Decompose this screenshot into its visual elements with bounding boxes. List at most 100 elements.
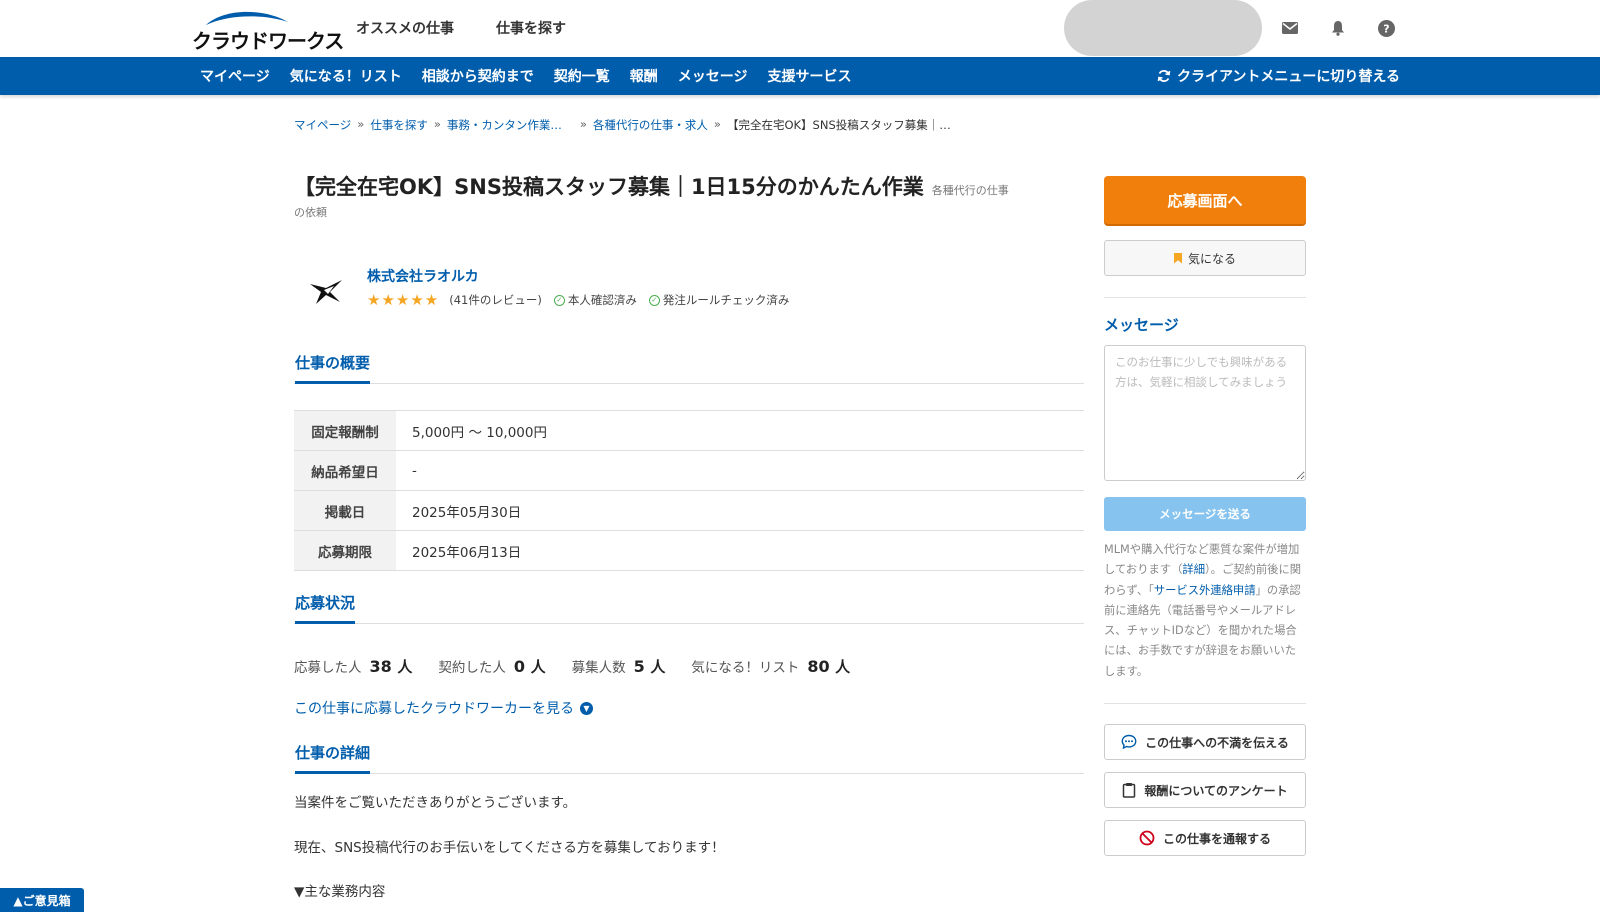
summary-section-heading: 仕事の概要 (294, 352, 1084, 384)
breadcrumb-separator: » (579, 117, 587, 131)
summary-row-delivery-date: 納品希望日 - (294, 451, 1084, 491)
clipboard-icon (1123, 783, 1136, 798)
identity-verified-label: 本人確認済み (567, 293, 637, 307)
summary-label: 納品希望日 (294, 451, 396, 490)
complaint-button[interactable]: この仕事への不満を伝える (1104, 724, 1306, 760)
detail-paragraph-2: 現在、SNS投稿代行のお手伝いをしてくださる方を募集しております！ (294, 840, 725, 856)
breadcrumb-separator: » (713, 117, 721, 131)
check-circle-icon: ✓ (553, 294, 565, 306)
nav-rewards[interactable]: 報酬 (630, 66, 658, 86)
summary-value: 2025年06月13日 (412, 544, 522, 561)
external-contact-request-link[interactable]: サービス外連絡申請 (1154, 584, 1256, 597)
logo-text: クラウドワークス (192, 29, 344, 53)
main-nav-bar: マイページ 気になる！リスト 相談から契約まで 契約一覧 報酬 メッセージ 支援… (0, 57, 1600, 95)
refresh-icon (1157, 70, 1171, 82)
job-title-block: 【完全在宅OK】SNS投稿スタッフ募集｜1日15分のかんたん作業 各種代行の仕事 (294, 168, 1084, 208)
status-heading: 応募状況 (295, 592, 356, 624)
detail-section-heading: 仕事の詳細 (294, 742, 1084, 774)
nav-support-services[interactable]: 支援サービス (767, 66, 851, 86)
favorite-list-count: 80 人 (807, 657, 851, 676)
breadcrumb-separator: » (357, 117, 365, 131)
logo-swoosh-icon (206, 11, 288, 25)
client-info: 株式会社ラオルカ ★★★★★ (41件のレビュー) ✓ 本人確認済み ✓ 発注ル… (294, 266, 1084, 326)
view-applicants-label: この仕事に応募したクラウドワーカーを見る (294, 701, 574, 717)
job-title: 【完全在宅OK】SNS投稿スタッフ募集｜1日15分のかんたん作業 (294, 175, 924, 199)
summary-value: 2025年05月30日 (412, 504, 522, 521)
svg-text:?: ? (1383, 22, 1389, 35)
bell-icon[interactable] (1327, 17, 1349, 39)
favorite-list-label: 気になる！リスト (691, 660, 800, 676)
favorite-button[interactable]: 気になる (1104, 240, 1306, 276)
favorite-label: 気になる (1187, 251, 1236, 266)
job-main-column: 【完全在宅OK】SNS投稿スタッフ募集｜1日15分のかんたん作業 各種代行の仕事 … (294, 168, 1084, 900)
mail-icon[interactable] (1279, 17, 1301, 39)
detail-paragraph-3: ▼主な業務内容 (294, 884, 386, 900)
breadcrumb-find-jobs[interactable]: 仕事を探す (370, 117, 428, 133)
breadcrumb-current: 【完全在宅OK】SNS投稿スタッフ募集｜… (726, 118, 951, 132)
feedback-box-button[interactable]: ▲ご意見箱 (0, 888, 84, 912)
apply-button[interactable]: 応募画面へ (1104, 176, 1306, 224)
nav-messages[interactable]: メッセージ (678, 66, 748, 86)
job-summary-table: 固定報酬制 5,000円 〜 10,000円 納品希望日 - 掲載日 2025年… (294, 410, 1084, 571)
job-category[interactable]: 各種代行の仕事 (932, 184, 1009, 197)
message-title: メッセージ (1104, 316, 1179, 334)
nav-consult-to-contract[interactable]: 相談から契約まで (422, 66, 534, 86)
check-circle-icon: ✓ (648, 294, 660, 306)
breadcrumb-office-simple-tasks[interactable]: 事務・カンタン作業… (447, 117, 562, 133)
nav-recommended-jobs[interactable]: オススメの仕事 (356, 18, 454, 38)
crowdworks-logo[interactable]: クラウドワークス (192, 8, 344, 53)
warning-notice: MLMや購入代行など悪質な案件が増加しております（詳細）。ご契約前後に関わらず、… (1104, 543, 1302, 678)
applied-label: 応募した人 (294, 660, 362, 676)
client-meta: ★★★★★ (41件のレビュー) ✓ 本人確認済み ✓ 発注ルールチェック済み (367, 291, 789, 309)
breadcrumb-mypage[interactable]: マイページ (294, 117, 351, 133)
rating-stars: ★★★★★ (367, 291, 440, 309)
summary-row-posted-date: 掲載日 2025年05月30日 (294, 491, 1084, 531)
user-menu[interactable] (1064, 0, 1262, 56)
detail-paragraph-1: 当案件をご覧いただきありがとうございます。 (294, 795, 577, 811)
recruit-count: 5 人 (633, 657, 666, 676)
recruit-label: 募集人数 (571, 660, 626, 676)
contracted-count: 0 人 (513, 657, 546, 676)
nav-mypage[interactable]: マイページ (200, 66, 270, 86)
help-icon[interactable]: ? (1375, 17, 1397, 39)
summary-label: 応募期限 (294, 531, 396, 570)
notice-detail-link[interactable]: 詳細 (1182, 563, 1205, 576)
report-button[interactable]: この仕事を通報する (1104, 820, 1306, 856)
chevron-down-icon: ▼ (580, 701, 593, 715)
application-status: 応募した人 38 人 契約した人 0 人 募集人数 5 人 気になる！リスト 8… (294, 656, 876, 677)
order-rule-checked-label: 発注ルールチェック済み (662, 293, 790, 307)
summary-label: 固定報酬制 (294, 411, 396, 450)
main-nav: マイページ 気になる！リスト 相談から契約まで 契約一覧 報酬 メッセージ 支援… (200, 57, 871, 95)
divider (1104, 297, 1306, 298)
top-header: クラウドワークス オススメの仕事 仕事を探す ? (0, 0, 1600, 57)
summary-row-deadline: 応募期限 2025年06月13日 (294, 531, 1084, 571)
send-message-button[interactable]: メッセージを送る (1104, 497, 1306, 531)
bookmark-icon (1173, 252, 1182, 264)
client-logo-icon[interactable] (306, 274, 346, 310)
nav-find-jobs[interactable]: 仕事を探す (496, 18, 566, 38)
breadcrumb-separator: » (433, 117, 441, 131)
switch-client-menu[interactable]: クライアントメニューに切り替える (1157, 57, 1400, 95)
client-name[interactable]: 株式会社ラオルカ (367, 266, 479, 286)
view-applicants-link[interactable]: この仕事に応募したクラウドワーカーを見る ▼ (294, 698, 593, 718)
report-label: この仕事を通報する (1162, 831, 1271, 846)
survey-button[interactable]: 報酬についてのアンケート (1104, 772, 1306, 808)
summary-row-fixed-fee: 固定報酬制 5,000円 〜 10,000円 (294, 411, 1084, 451)
nav-favorites[interactable]: 気になる！リスト (290, 66, 402, 86)
survey-label: 報酬についてのアンケート (1144, 783, 1288, 798)
summary-value: 5,000円 〜 10,000円 (412, 424, 547, 441)
complaint-label: この仕事への不満を伝える (1145, 735, 1289, 750)
nav-contracts[interactable]: 契約一覧 (554, 66, 610, 86)
summary-label: 掲載日 (294, 491, 396, 530)
applied-count: 38 人 (369, 657, 413, 676)
order-rule-checked-badge: ✓ 発注ルールチェック済み (648, 292, 790, 308)
summary-heading: 仕事の概要 (295, 352, 371, 384)
detail-heading: 仕事の詳細 (295, 742, 371, 774)
review-count[interactable]: (41件のレビュー) (449, 292, 542, 308)
prohibited-icon (1139, 830, 1155, 846)
summary-value: - (412, 462, 417, 479)
message-input[interactable] (1104, 345, 1306, 481)
status-section-heading: 応募状況 (294, 592, 1084, 624)
switch-client-menu-label: クライアントメニューに切り替える (1176, 69, 1400, 85)
breadcrumb-agency-jobs[interactable]: 各種代行の仕事・求人 (593, 117, 708, 133)
